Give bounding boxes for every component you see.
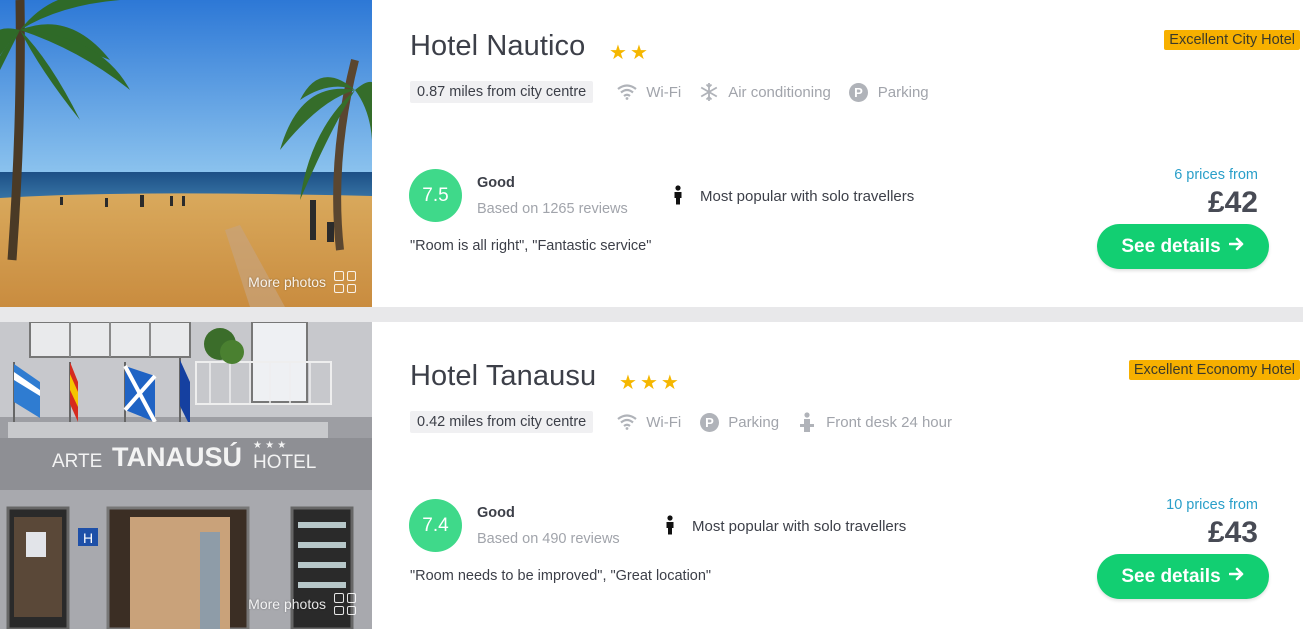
- review-quote: "Room needs to be improved", "Great loca…: [410, 568, 712, 584]
- person-icon: [665, 515, 679, 537]
- amenity-label: Parking: [728, 413, 780, 431]
- see-details-button[interactable]: See details: [1097, 224, 1269, 269]
- price: £43: [1207, 516, 1258, 549]
- wifi-icon: [617, 412, 637, 432]
- traveller-type-label: Most popular with solo travellers: [700, 187, 915, 205]
- arrow-right-icon: [1228, 236, 1245, 258]
- amenity-label: Wi-Fi: [646, 83, 682, 101]
- traveller-type: Most popular with solo travellers: [665, 515, 906, 537]
- amenity-parking: P Parking: [849, 82, 929, 102]
- parking-icon: P: [849, 82, 869, 102]
- hotel-badge: Excellent Economy Hotel: [1128, 360, 1300, 380]
- hotel-name[interactable]: Hotel Nautico: [410, 30, 585, 63]
- amenity-wifi: Wi-Fi: [617, 412, 681, 432]
- wifi-icon: [617, 82, 637, 102]
- amenities-row: 0.42 miles from city centre Wi-Fi P Park…: [410, 410, 970, 434]
- more-photos-button[interactable]: More photos: [248, 593, 356, 615]
- hotel-photo-facade[interactable]: ARTE TANAUSÚ HOTEL ★ ★ ★ H More photos: [0, 322, 372, 629]
- sign-left: ARTE: [52, 451, 102, 472]
- hotel-card[interactable]: ARTE TANAUSÚ HOTEL ★ ★ ★ H More photos H…: [0, 322, 1303, 629]
- sign-center: TANAUSÚ: [112, 441, 242, 472]
- more-photos-button[interactable]: More photos: [248, 271, 356, 293]
- prices-from-label[interactable]: 6 prices from: [1174, 167, 1258, 183]
- traveller-type-label: Most popular with solo travellers: [692, 517, 907, 535]
- see-details-label: See details: [1121, 235, 1221, 257]
- review-quote: "Room is all right", "Fantastic service": [410, 238, 652, 254]
- arrow-right-icon: [1228, 566, 1245, 588]
- amenity-label: Front desk 24 hour: [826, 413, 952, 431]
- sign-right: HOTEL: [253, 452, 316, 473]
- star-rating: ★ ★ ★: [619, 370, 679, 395]
- hotel-photo-beach[interactable]: More photos: [0, 0, 372, 307]
- see-details-label: See details: [1121, 565, 1221, 587]
- amenity-label: Air conditioning: [728, 83, 831, 101]
- snowflake-icon: [699, 82, 719, 102]
- review-count[interactable]: Based on 490 reviews: [477, 531, 620, 547]
- review-count[interactable]: Based on 1265 reviews: [477, 201, 628, 217]
- prices-from-label[interactable]: 10 prices from: [1166, 497, 1258, 513]
- amenity-wifi: Wi-Fi: [617, 82, 681, 102]
- review-score-badge: 7.4: [409, 499, 462, 552]
- star-icon: ★: [629, 42, 648, 64]
- amenity-label: Parking: [877, 83, 929, 101]
- grid-icon: [334, 593, 356, 615]
- review-score-badge: 7.5: [409, 169, 462, 222]
- distance-label: 0.87 miles from city centre: [410, 81, 594, 103]
- parking-icon: P: [699, 412, 719, 432]
- svg-text:P: P: [705, 415, 714, 430]
- more-photos-label: More photos: [248, 274, 326, 290]
- star-icon: ★: [639, 372, 658, 394]
- star-icon: ★: [619, 372, 637, 394]
- distance-label: 0.42 miles from city centre: [410, 411, 594, 433]
- price: £42: [1207, 186, 1258, 219]
- amenity-label: Wi-Fi: [646, 413, 682, 431]
- hotel-badge: Excellent City Hotel: [1164, 30, 1300, 50]
- sign-stars: ★ ★ ★: [253, 440, 286, 451]
- amenity-air-conditioning: Air conditioning: [699, 82, 831, 102]
- amenities-row: 0.87 miles from city centre Wi-Fi Air co…: [410, 80, 947, 104]
- more-photos-label: More photos: [248, 596, 326, 612]
- star-icon: ★: [660, 372, 679, 394]
- star-rating: ★ ★: [609, 40, 648, 65]
- svg-text:H: H: [83, 530, 93, 546]
- svg-text:P: P: [854, 85, 863, 100]
- rating-label: Good: [477, 175, 515, 191]
- person-icon: [673, 185, 687, 207]
- amenity-parking: P Parking: [699, 412, 779, 432]
- amenity-front-desk: Front desk 24 hour: [797, 412, 952, 432]
- see-details-button[interactable]: See details: [1097, 554, 1269, 599]
- traveller-type: Most popular with solo travellers: [673, 185, 914, 207]
- rating-label: Good: [477, 505, 515, 521]
- hotel-name[interactable]: Hotel Tanausu: [410, 360, 596, 393]
- hotel-card[interactable]: More photos Hotel Nautico ★ ★ Excellent C…: [0, 0, 1303, 307]
- grid-icon: [334, 271, 356, 293]
- card-separator: [372, 307, 1303, 322]
- front-desk-icon: [797, 412, 817, 432]
- star-icon: ★: [609, 42, 627, 64]
